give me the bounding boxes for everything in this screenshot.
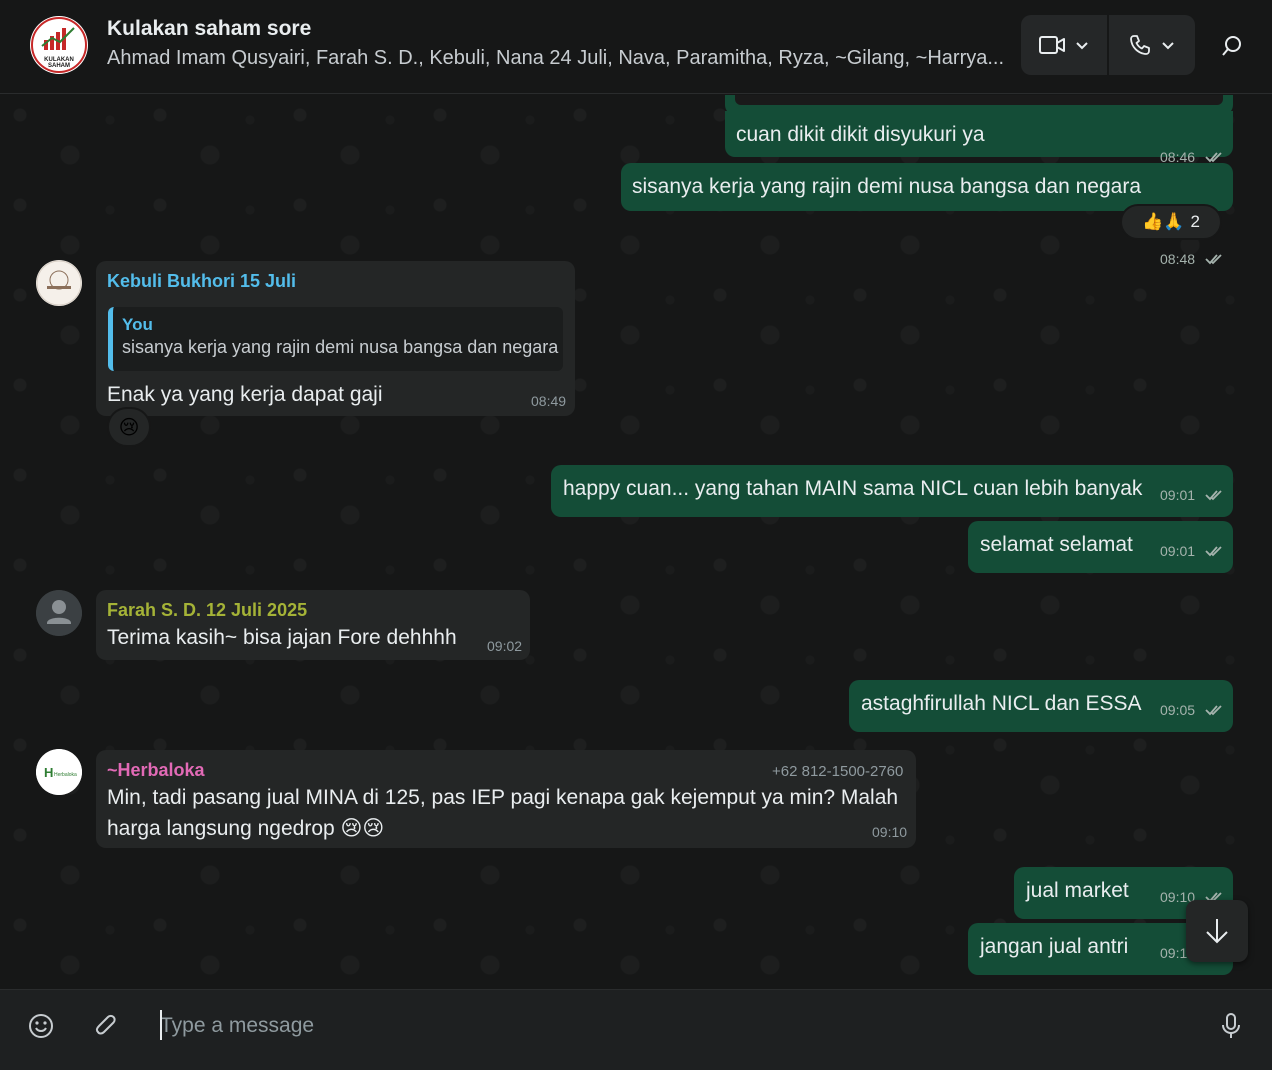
message-time: 09:01 [1160,543,1196,559]
search-button[interactable] [1214,28,1250,64]
message-text-line-1: Min, tadi pasang jual MINA di 125, pas I… [107,786,899,809]
chat-title[interactable]: Kulakan saham sore [107,17,311,41]
message-text: happy cuan... yang tahan MAIN sama NICL … [563,477,1143,500]
message-text: jual market [1026,879,1129,902]
read-receipt-icon [1205,705,1222,716]
sender-avatar[interactable]: H Herbaloka [36,749,82,795]
outgoing-message[interactable]: cuan dikit dikit disyukuri ya 08:46 [725,111,1233,165]
chevron-down-icon [1076,42,1088,50]
sender-phone[interactable]: +62 812-1500-2760 [772,763,903,780]
message-text: jangan jual antri [980,935,1129,958]
message-text-line-2: harga langsung ngedrop 😢😢 [107,817,385,840]
svg-text:SAHAM: SAHAM [48,63,70,69]
quoted-text: sisanya kerja yang rajin demi nusa bangs… [122,337,559,357]
message-reaction[interactable]: 😢 [107,407,151,447]
message-time: 09:1 [1160,945,1188,961]
text-cursor [160,1010,162,1040]
message-text: sisanya kerja yang rajin demi nusa bangs… [632,175,1141,198]
message-time: 08:48 [1160,251,1196,267]
message-time: 09:05 [1160,702,1196,718]
message-text: selamat selamat [980,533,1133,556]
message-time: 08:49 [531,393,567,409]
scroll-to-bottom-button[interactable] [1186,900,1248,962]
voice-message-button[interactable] [1214,1009,1248,1043]
message-text: cuan dikit dikit disyukuri ya [736,123,985,146]
read-receipt-icon [1205,254,1222,265]
voice-call-button[interactable] [1109,15,1195,75]
sender-name[interactable]: ~Herbaloka [107,760,205,781]
paperclip-icon [95,1014,116,1035]
chat-members[interactable]: Ahmad Imam Qusyairi, Farah S. D., Kebuli… [107,47,1012,70]
incoming-message[interactable]: ~Herbaloka +62 812-1500-2760 Min, tadi p… [96,750,916,848]
call-controls [1021,15,1195,75]
video-call-button[interactable] [1021,15,1107,75]
read-receipt-icon [1205,152,1222,163]
sender-name[interactable]: Kebuli Bukhori 15 Juli [107,271,296,292]
message-time: 09:10 [872,824,908,840]
message-time: 09:02 [487,638,523,654]
message-text: astaghfirullah NICL dan ESSA [861,692,1142,715]
svg-text:H: H [44,765,53,780]
outgoing-message[interactable]: astaghfirullah NICL dan ESSA 09:05 [849,680,1233,732]
message-text: Enak ya yang kerja dapat gaji [107,383,383,406]
message-list[interactable]: cuan dikit dikit disyukuri ya 08:46 sisa… [0,95,1272,989]
message-time: 09:01 [1160,487,1196,503]
avatar-label: Herbaloka [54,772,77,778]
chevron-down-icon [1162,42,1174,50]
search-icon [1222,36,1241,56]
quoted-message[interactable]: You sisanya kerja yang rajin demi nusa b… [108,307,563,371]
group-avatar[interactable]: KULAKAN SAHAM [30,16,88,74]
image-thumbnail[interactable] [735,95,1223,105]
composer-bar [0,989,1272,1070]
outgoing-message[interactable]: happy cuan... yang tahan MAIN sama NICL … [551,465,1233,517]
attach-button[interactable] [89,1009,123,1043]
video-camera-icon [1039,36,1065,54]
chat-header[interactable]: KULAKAN SAHAM Kulakan saham sore Ahmad I… [0,0,1272,94]
message-text: Terima kasih~ bisa jajan Fore dehhhh [107,626,457,649]
emoji-button[interactable] [24,1009,58,1043]
sender-avatar[interactable] [36,590,82,636]
reaction-emoji: 😢 [118,416,140,439]
message-reactions[interactable]: 👍🙏 2 [1120,204,1222,240]
emoji-icon [29,1014,53,1038]
reaction-emojis: 👍🙏 [1142,212,1185,231]
read-receipt-icon [1205,490,1222,501]
reaction-count: 2 [1190,212,1200,231]
whatsapp-window: KULAKAN SAHAM Kulakan saham sore Ahmad I… [0,0,1272,1070]
microphone-icon [1222,1013,1240,1038]
incoming-message[interactable]: Kebuli Bukhori 15 Juli You sisanya kerja… [96,261,575,416]
read-receipt-icon [1205,546,1222,557]
sender-name[interactable]: Farah S. D. 12 Juli 2025 [107,600,307,621]
arrow-down-icon [1206,919,1228,944]
quoted-sender: You [122,315,153,334]
sender-avatar[interactable] [36,260,82,306]
outgoing-message[interactable]: selamat selamat 09:01 [968,521,1233,573]
incoming-message[interactable]: Farah S. D. 12 Juli 2025 Terima kasih~ b… [96,590,530,660]
message-input[interactable] [160,1008,1190,1044]
phone-icon [1130,35,1150,55]
